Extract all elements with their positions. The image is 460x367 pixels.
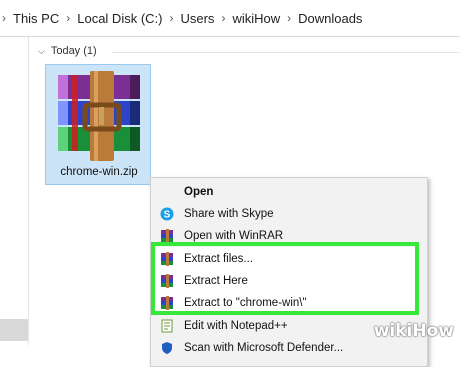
notepadpp-icon [161, 319, 173, 333]
breadcrumb-wikihow[interactable]: wikiHow [229, 11, 283, 26]
breadcrumb-this-pc[interactable]: This PC [10, 11, 62, 26]
winrar-icon [161, 229, 173, 243]
chevron-right-icon[interactable]: › [62, 11, 74, 25]
menu-item-extract-files[interactable]: Extract files... [151, 248, 427, 270]
group-header-today[interactable]: ⌵ Today (1) [38, 45, 97, 57]
chevron-right-icon[interactable]: › [0, 11, 10, 25]
breadcrumb-downloads[interactable]: Downloads [295, 11, 365, 26]
menu-item-label: Share with Skype [184, 208, 274, 220]
svg-text:S: S [164, 210, 171, 221]
menu-item-open[interactable]: Open [151, 181, 427, 203]
defender-icon [162, 342, 172, 354]
menu-item-open-winrar[interactable]: Open with WinRAR [151, 225, 427, 247]
file-name[interactable]: chrome-win.zip [46, 166, 152, 178]
menu-item-label: Open [184, 186, 214, 198]
menu-item-extract-to-folder[interactable]: Extract to "chrome-win\" [151, 292, 427, 314]
menu-item-share-skype[interactable]: S Share with Skype [151, 203, 427, 225]
menu-item-label: Extract to "chrome-win\" [184, 297, 307, 309]
menu-item-label: Open with WinRAR [184, 230, 284, 242]
wikihow-watermark: wikiHow [373, 321, 454, 341]
winrar-archive-icon [58, 71, 140, 161]
group-label: Today (1) [50, 45, 97, 57]
nav-pane-selected-item[interactable] [0, 319, 28, 341]
menu-item-extract-here[interactable]: Extract Here [151, 270, 427, 292]
navigation-pane[interactable] [0, 37, 29, 345]
group-divider [112, 52, 460, 53]
menu-item-label: Edit with Notepad++ [184, 320, 288, 332]
breadcrumb-local-disk[interactable]: Local Disk (C:) [74, 11, 165, 26]
winrar-icon [161, 274, 173, 288]
winrar-icon [161, 252, 173, 266]
menu-item-label: Extract Here [184, 275, 248, 287]
menu-item-label: Extract files... [184, 253, 254, 265]
address-bar[interactable]: › This PC › Local Disk (C:) › Users › wi… [0, 0, 460, 37]
chevron-right-icon[interactable]: › [217, 11, 229, 25]
breadcrumb-users[interactable]: Users [177, 11, 217, 26]
menu-item-label: Scan with Microsoft Defender... [184, 342, 344, 354]
chevron-right-icon[interactable]: › [165, 11, 177, 25]
winrar-icon [161, 296, 173, 310]
chevron-right-icon[interactable]: › [283, 11, 295, 25]
chevron-down-icon[interactable]: ⌵ [38, 46, 45, 57]
file-item-chrome-win-zip[interactable]: chrome-win.zip [45, 64, 151, 185]
skype-icon: S [160, 207, 174, 221]
